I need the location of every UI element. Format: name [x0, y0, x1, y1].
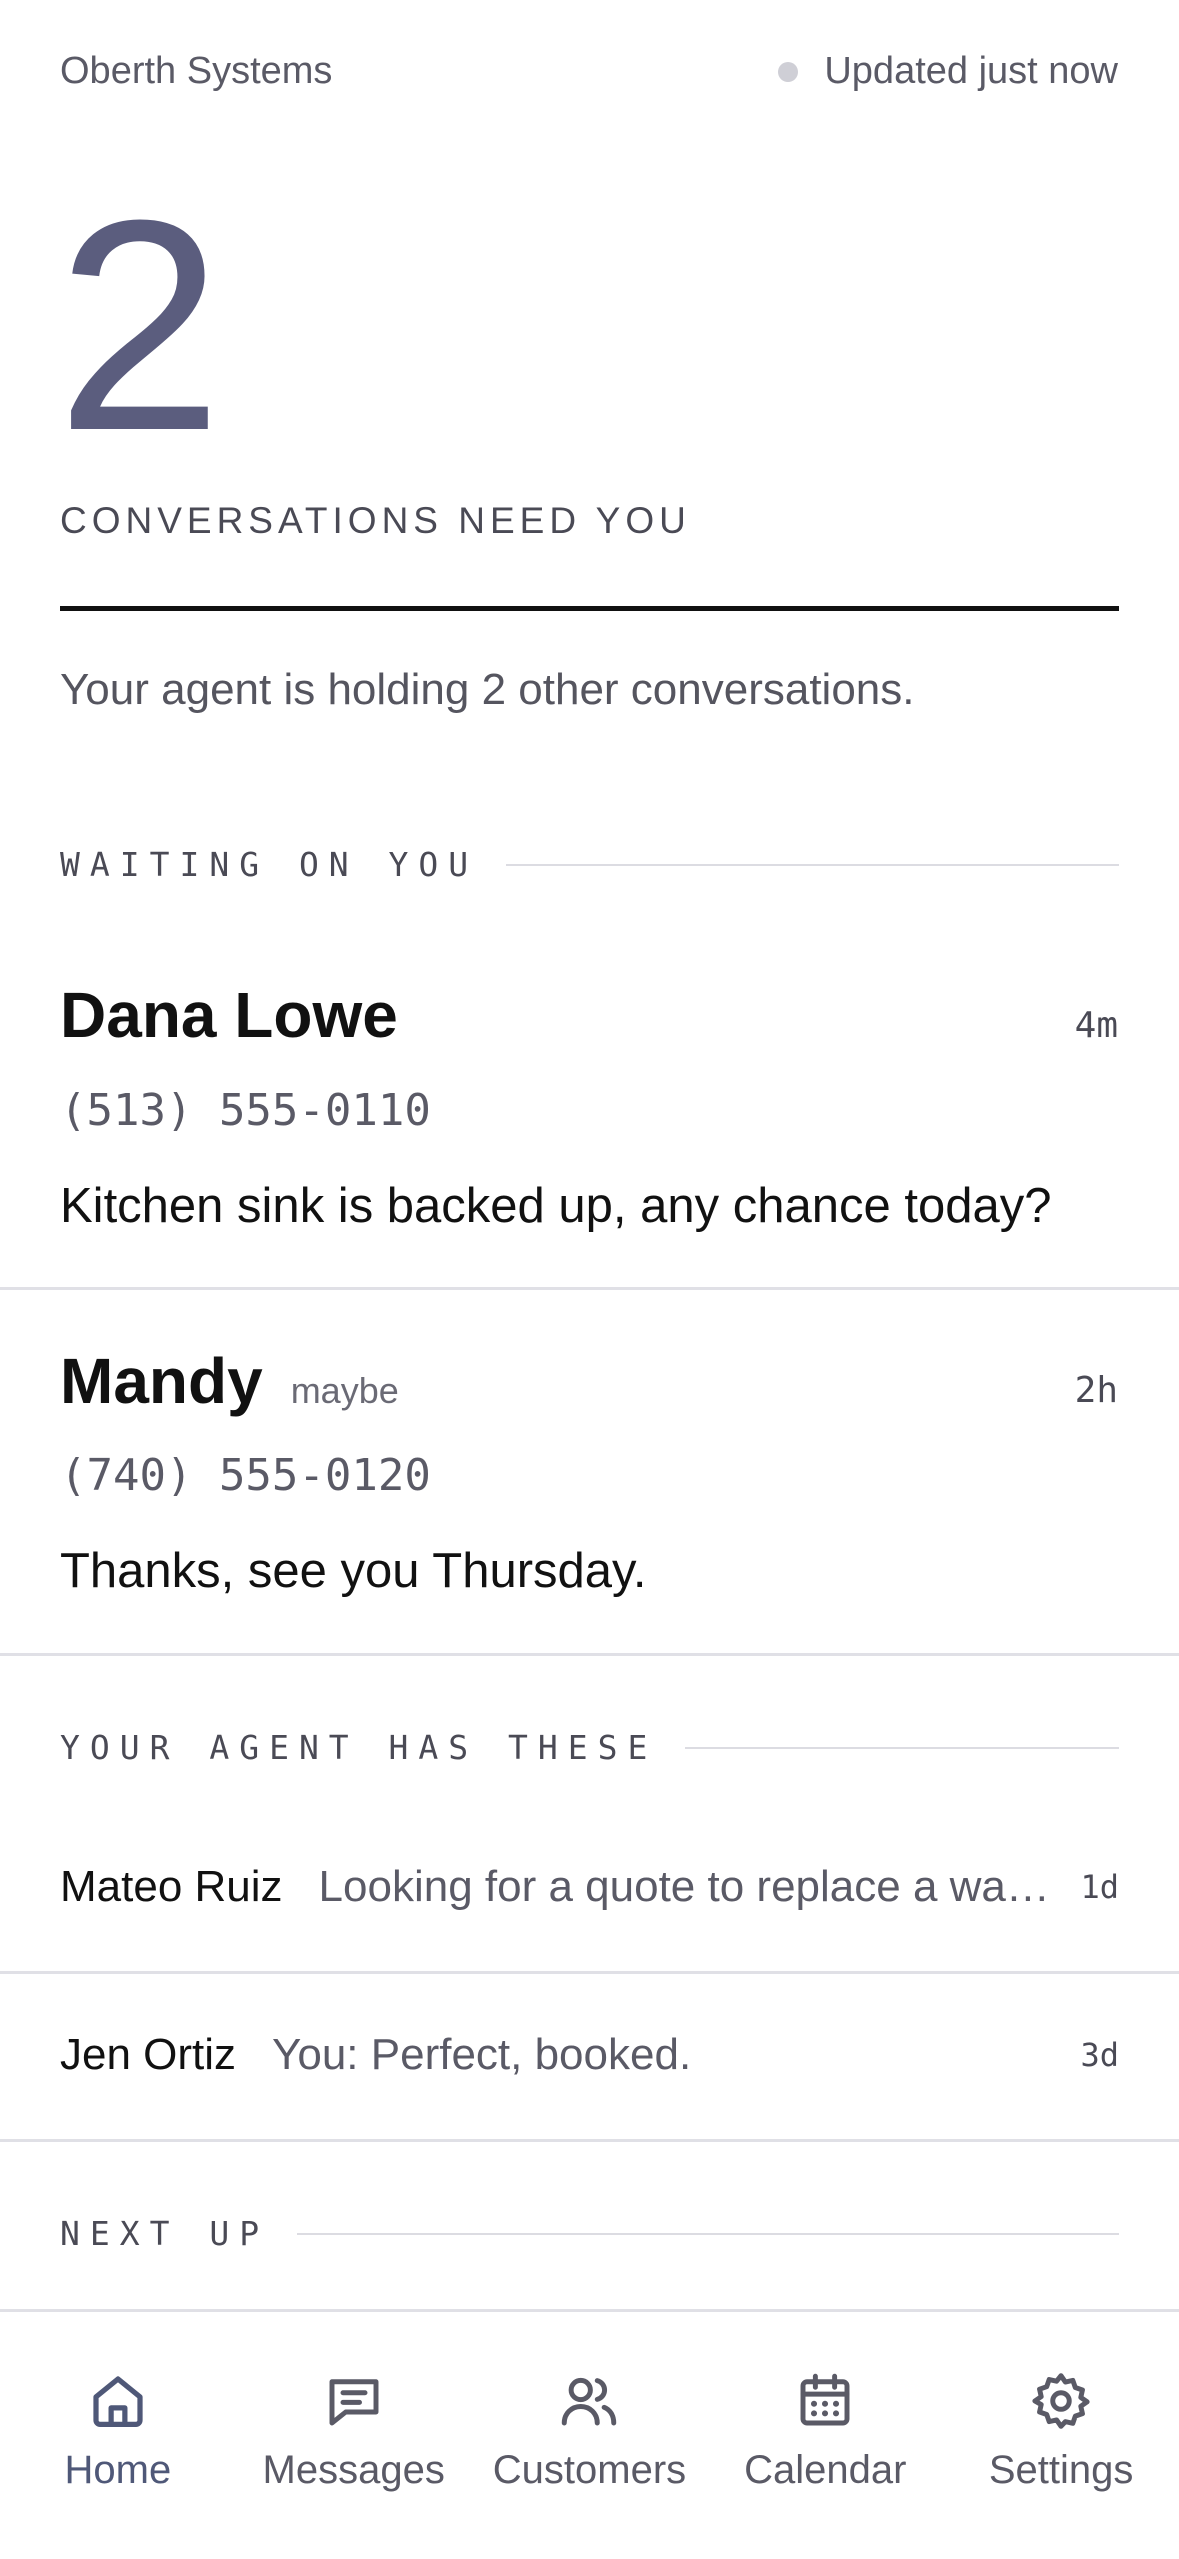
section-waiting-header: WAITING ON YOU	[60, 845, 1119, 884]
list-divider	[0, 1971, 1179, 1974]
section-title: YOUR AGENT HAS THESE	[60, 1728, 658, 1767]
bottom-tab-bar: Home Messages Customers Calendar Setting…	[0, 2309, 1179, 2559]
agent-conversation-mateo-ruiz[interactable]: Mateo Ruiz Looking for a quote to replac…	[60, 1862, 1119, 1912]
list-divider	[0, 1287, 1179, 1290]
conversation-time: 4m	[1074, 1005, 1118, 1046]
home-icon	[93, 2376, 143, 2427]
status-dot	[778, 61, 799, 82]
agent-holding-text: Your agent is holding 2 other conversati…	[60, 665, 915, 714]
section-rule	[506, 863, 1119, 866]
tab-label: Customers	[492, 2448, 687, 2492]
needs-you-count: 2	[56, 157, 223, 493]
tab-customers[interactable]: Customers	[472, 2312, 708, 2559]
update-status: Updated just now	[778, 50, 1118, 93]
contact-phone: (740) 555-0120	[60, 1450, 431, 1501]
section-rule	[685, 1746, 1119, 1749]
contact-phone: (513) 555-0110	[60, 1085, 431, 1136]
section-title: NEXT UP	[60, 2214, 270, 2253]
gear-icon	[1032, 2373, 1090, 2429]
contact-name-row: Mandy maybe	[60, 1344, 399, 1418]
contact-name: Dana Lowe	[60, 979, 398, 1051]
message-preview: You: Perfect, booked.	[272, 2030, 692, 2079]
company-name: Oberth Systems	[60, 50, 333, 92]
tab-label: Messages	[262, 2448, 445, 2492]
needs-you-label: CONVERSATIONS NEED YOU	[60, 500, 691, 541]
summary-divider	[60, 606, 1119, 611]
conversation-time: 2h	[1074, 1370, 1118, 1411]
tab-label: Calendar	[744, 2448, 907, 2492]
contact-name: Mandy	[60, 1345, 263, 1417]
calendar-icon	[800, 2373, 850, 2426]
section-agent-header: YOUR AGENT HAS THESE	[60, 1728, 1119, 1767]
contact-tag: maybe	[290, 1370, 399, 1411]
section-title: WAITING ON YOU	[60, 845, 479, 884]
message-preview: Looking for a quote to replace a water h…	[318, 1862, 1051, 1911]
tab-messages[interactable]: Messages	[236, 2312, 472, 2559]
agent-conversation-jen-ortiz[interactable]: Jen Ortiz You: Perfect, booked. 3d	[60, 2030, 1119, 2080]
tab-label: Settings	[988, 2448, 1134, 2492]
customers-icon	[562, 2377, 617, 2426]
section-next-up-header: NEXT UP	[60, 2214, 1119, 2253]
tab-settings[interactable]: Settings	[943, 2312, 1179, 2559]
conversation-time: 3d	[1080, 2036, 1119, 2074]
update-status-text: Updated just now	[824, 50, 1118, 92]
messages-icon	[329, 2379, 379, 2426]
conversation-time: 1d	[1080, 1868, 1119, 1906]
contact-name: Mateo Ruiz	[60, 1862, 283, 1911]
section-rule	[297, 2232, 1119, 2235]
tab-calendar[interactable]: Calendar	[707, 2312, 943, 2559]
last-message: Kitchen sink is backed up, any chance to…	[60, 1179, 1052, 1233]
tab-home[interactable]: Home	[0, 2312, 236, 2559]
contact-name: Jen Ortiz	[60, 2030, 237, 2079]
list-divider	[0, 2139, 1179, 2142]
last-message: Thanks, see you Thursday.	[60, 1544, 647, 1598]
list-divider	[0, 1653, 1179, 1656]
tab-label: Home	[64, 2448, 172, 2492]
